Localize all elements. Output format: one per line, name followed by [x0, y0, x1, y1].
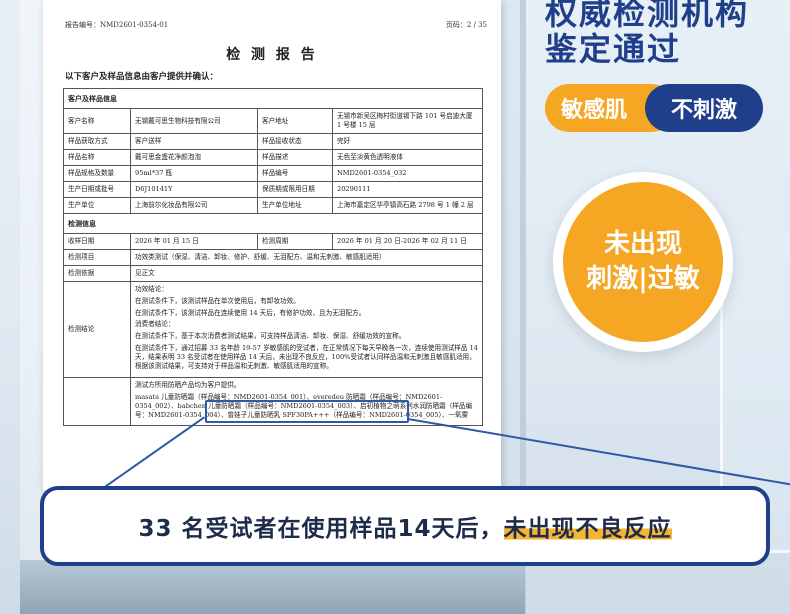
tag-non-irritating: 不刺激 [645, 84, 763, 132]
headline-line2: 鉴定通过 [545, 30, 682, 68]
badge-circle: 未出现 刺激|过敏 [563, 182, 723, 342]
table-row: 生产日期或批号 D6J10141Y 保质期或限用日期 20290111 [63, 180, 483, 198]
section-customer: 客户及样品信息 [63, 87, 483, 110]
report-table: 客户及样品信息 客户名称 无锡戴可思生物科技有限公司 客户地址 无锡市新吴区梅村… [63, 87, 483, 427]
page-number: 页码：2 / 35 [445, 21, 487, 29]
table-row: 检测依据 见正文 [63, 264, 483, 282]
callout-banner: 33 名受试者在使用样品14天后， 未出现不良反应 [40, 486, 770, 566]
table-row: 样品获取方式 客户送样 样品接收状态 完好 [63, 133, 483, 151]
report-header: 报告编号：NMD2601-0354-01 页码：2 / 35 [65, 20, 487, 30]
badge-line2: 刺激|过敏 [586, 264, 700, 294]
table-row: 检测项目 功效类测试（保湿、清洁、卸妆、修护、舒缓、无泪配方、温和无刺激、敏感肌… [63, 249, 483, 266]
highlight-box [205, 400, 409, 423]
table-row: 客户名称 无锡戴可思生物科技有限公司 客户地址 无锡市新吴区梅村街道锡下路 10… [63, 108, 483, 135]
table-row: 样品规格及数量 95ml*37 瓶 样品编号 NMD2601-0354_032 [63, 165, 483, 182]
table-row: 生产单位 上海前尔化妆品有限公司 生产单位地址 上海市嘉定区华亭镇高石路 279… [63, 196, 483, 214]
display-stand [20, 560, 525, 614]
section-test: 检测信息 [63, 212, 483, 235]
table-row: 收样日期 2026 年 01 月 15 日 检测周期 2026 年 01 月 2… [63, 233, 483, 250]
report-title: 检 测 报 告 [226, 47, 318, 63]
callout-prefix: 33 名受试者在使用样品14天后， [138, 516, 504, 542]
table-row: 检测结论 功效结论： 在测试条件下，该测试样品在单次使用后，有卸妆功效。 在测试… [63, 280, 483, 378]
conclusion-text: 功效结论： 在测试条件下，该测试样品在单次使用后，有卸妆功效。 在测试条件下，该… [130, 280, 483, 378]
callout-emphasis: 未出现不良反应 [503, 509, 672, 543]
table-row: 样品名称 戴可思金盏花净颜泡泡 样品描述 无色至淡黄色透明液体 [63, 149, 483, 166]
report-number: 报告编号：NMD2601-0354-01 [65, 21, 169, 29]
pill-tags: 敏感肌 不刺激 [545, 84, 763, 132]
badge-line1: 未出现 [603, 228, 682, 259]
report-subtitle: 以下客户及样品信息由客户提供并确认： [65, 72, 219, 82]
